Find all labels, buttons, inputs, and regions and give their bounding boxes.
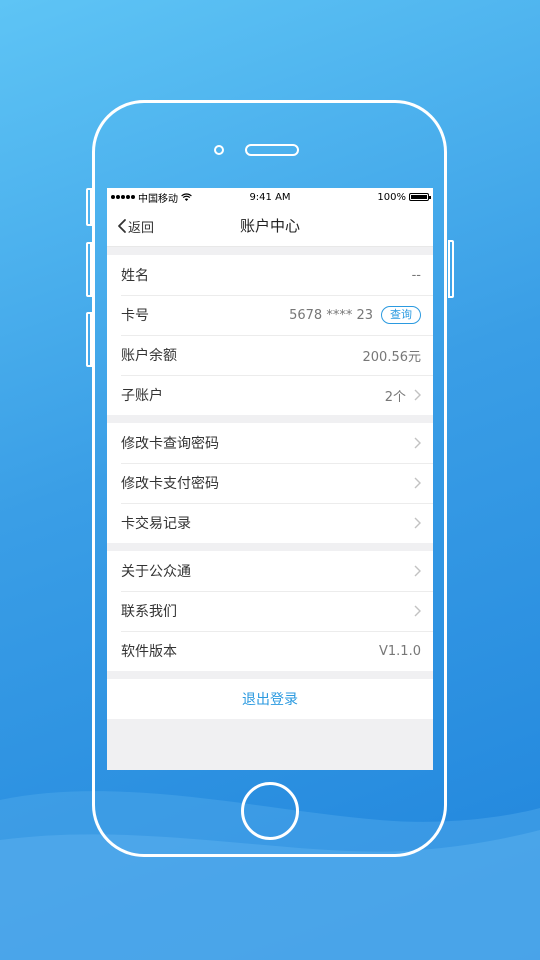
version-value: V1.1.0	[379, 643, 421, 659]
phone-screen: 中国移动 9:41 AM 100% 返回 账户中心 姓名 -- 卡号 5678 …	[107, 188, 433, 770]
chevron-right-icon	[414, 517, 421, 529]
sub-account-count: 2个	[384, 389, 406, 405]
card-settings-group: 修改卡查询密码 修改卡支付密码 卡交易记录	[107, 423, 433, 543]
row-label: 卡号	[121, 308, 149, 324]
row-label: 账户余额	[121, 348, 177, 364]
row-label: 修改卡支付密码	[121, 476, 219, 492]
chevron-right-icon	[414, 437, 421, 449]
row-label: 联系我们	[121, 604, 177, 620]
row-software-version: 软件版本 V1.1.0	[107, 631, 433, 671]
phone-mute-switch	[86, 188, 92, 226]
phone-volume-up	[86, 242, 92, 297]
row-name: 姓名 --	[107, 255, 433, 295]
home-button	[241, 782, 299, 840]
row-balance: 账户余额 200.56元	[107, 335, 433, 375]
row-label: 姓名	[121, 268, 149, 284]
chevron-right-icon	[414, 389, 421, 401]
name-value: --	[411, 267, 421, 283]
row-label: 卡交易记录	[121, 516, 191, 532]
row-label: 软件版本	[121, 644, 177, 660]
row-contact-us[interactable]: 联系我们	[107, 591, 433, 631]
phone-power-button	[448, 240, 454, 298]
logout-button[interactable]: 退出登录	[107, 679, 433, 719]
status-bar: 中国移动 9:41 AM 100%	[107, 188, 433, 206]
row-change-pay-password[interactable]: 修改卡支付密码	[107, 463, 433, 503]
query-button[interactable]: 查询	[381, 306, 421, 324]
row-label: 修改卡查询密码	[121, 436, 219, 452]
row-about[interactable]: 关于公众通	[107, 551, 433, 591]
battery-percent: 100%	[377, 191, 406, 203]
chevron-right-icon	[414, 565, 421, 577]
row-change-query-password[interactable]: 修改卡查询密码	[107, 423, 433, 463]
row-sub-accounts[interactable]: 子账户 2个	[107, 375, 433, 415]
battery-icon	[409, 193, 431, 201]
about-group: 关于公众通 联系我们 软件版本 V1.1.0	[107, 551, 433, 671]
front-camera	[214, 145, 224, 155]
row-label: 关于公众通	[121, 564, 191, 580]
row-card-number: 卡号 5678 **** 23 查询	[107, 295, 433, 335]
status-right: 100%	[377, 191, 431, 203]
phone-volume-down	[86, 312, 92, 367]
row-card-transactions[interactable]: 卡交易记录	[107, 503, 433, 543]
balance-value: 200.56元	[362, 349, 422, 365]
account-info-group: 姓名 -- 卡号 5678 **** 23 查询 账户余额 200.56元 子账…	[107, 255, 433, 415]
chevron-right-icon	[414, 605, 421, 617]
earpiece-speaker	[245, 144, 299, 156]
page-title: 账户中心	[239, 217, 300, 235]
chevron-right-icon	[414, 477, 421, 489]
nav-bar: 返回 账户中心	[107, 206, 433, 247]
row-label: 子账户	[121, 388, 163, 404]
card-number-value: 5678 **** 23	[289, 307, 373, 323]
